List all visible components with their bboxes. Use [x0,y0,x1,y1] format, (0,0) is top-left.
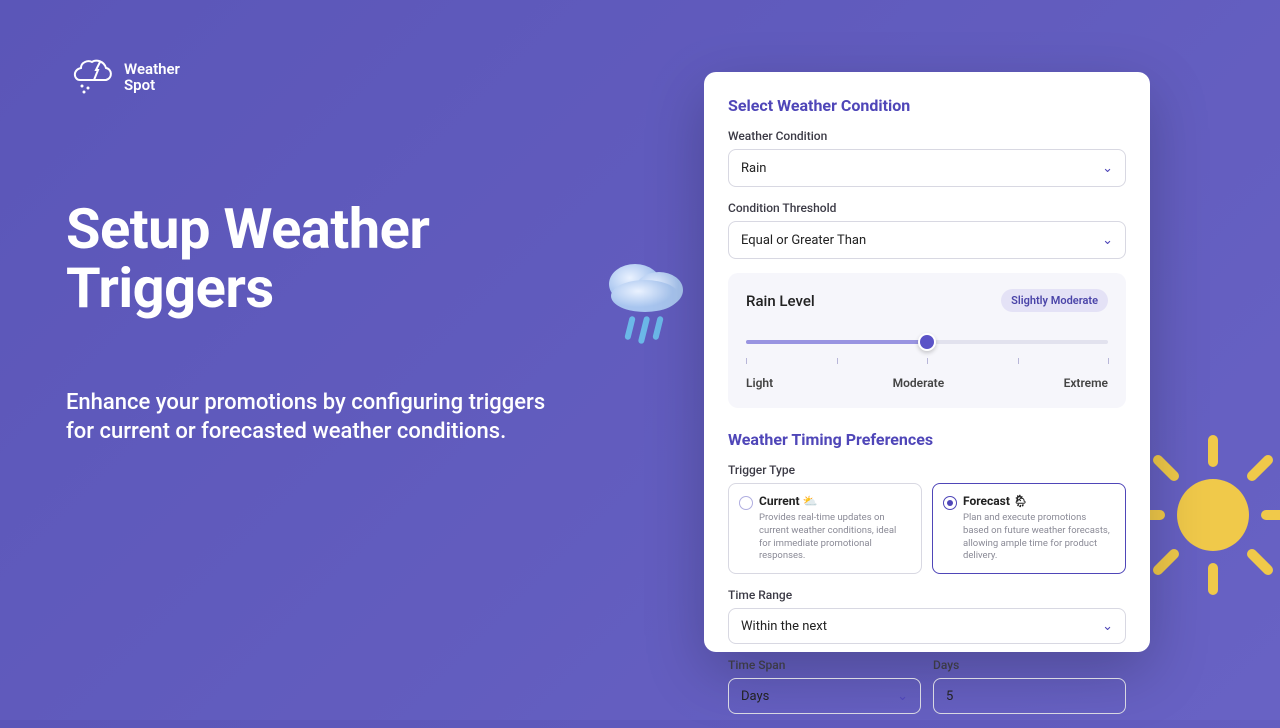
brand-name-1: Weather [124,60,180,78]
brand-logo: WeatherSpot [66,58,180,96]
rain-level-badge: Slightly Moderate [1001,289,1108,312]
time-span-label: Time Span [728,658,921,672]
page-subtitle: Enhance your promotions by configuring t… [66,388,545,447]
chevron-down-icon: ⌄ [897,689,908,704]
condition-threshold-label: Condition Threshold [728,201,1126,215]
trigger-type-forecast[interactable]: Forecast 🌦 Plan and execute promotions b… [932,483,1126,574]
weather-spot-icon [66,58,114,96]
sun-icon [1128,430,1280,600]
time-range-label: Time Range [728,588,1126,602]
radio-icon [739,496,753,510]
slider-label-moderate: Moderate [893,376,945,390]
chevron-down-icon: ⌄ [1102,233,1113,248]
rain-cloud-icon [605,242,695,352]
trigger-type-label: Trigger Type [728,463,1126,477]
section-weather-condition: Select Weather Condition [728,96,1126,115]
rain-level-slider[interactable] [746,330,1108,354]
chevron-down-icon: ⌄ [1102,619,1113,634]
time-span-select[interactable]: Days ⌄ [728,678,921,714]
brand-name-2: Spot [124,76,155,94]
days-input[interactable]: 5 [933,678,1126,714]
page-title: Setup WeatherTriggers [66,200,545,318]
rain-level-panel: Rain Level Slightly Moderate Light Moder… [728,273,1126,408]
radio-icon [943,496,957,510]
slider-label-light: Light [746,376,773,390]
days-label: Days [933,658,1126,672]
config-card: Select Weather Condition Weather Conditi… [704,72,1150,652]
section-timing: Weather Timing Preferences [728,430,1126,449]
weather-condition-select[interactable]: Rain ⌄ [728,149,1126,187]
slider-label-extreme: Extreme [1064,376,1108,390]
time-range-select[interactable]: Within the next ⌄ [728,608,1126,644]
weather-condition-label: Weather Condition [728,129,1126,143]
hero: Setup WeatherTriggers Enhance your promo… [66,200,545,447]
trigger-type-current[interactable]: Current ⛅ Provides real-time updates on … [728,483,922,574]
chevron-down-icon: ⌄ [1102,161,1113,176]
rain-level-title: Rain Level [746,292,815,310]
condition-threshold-select[interactable]: Equal or Greater Than ⌄ [728,221,1126,259]
